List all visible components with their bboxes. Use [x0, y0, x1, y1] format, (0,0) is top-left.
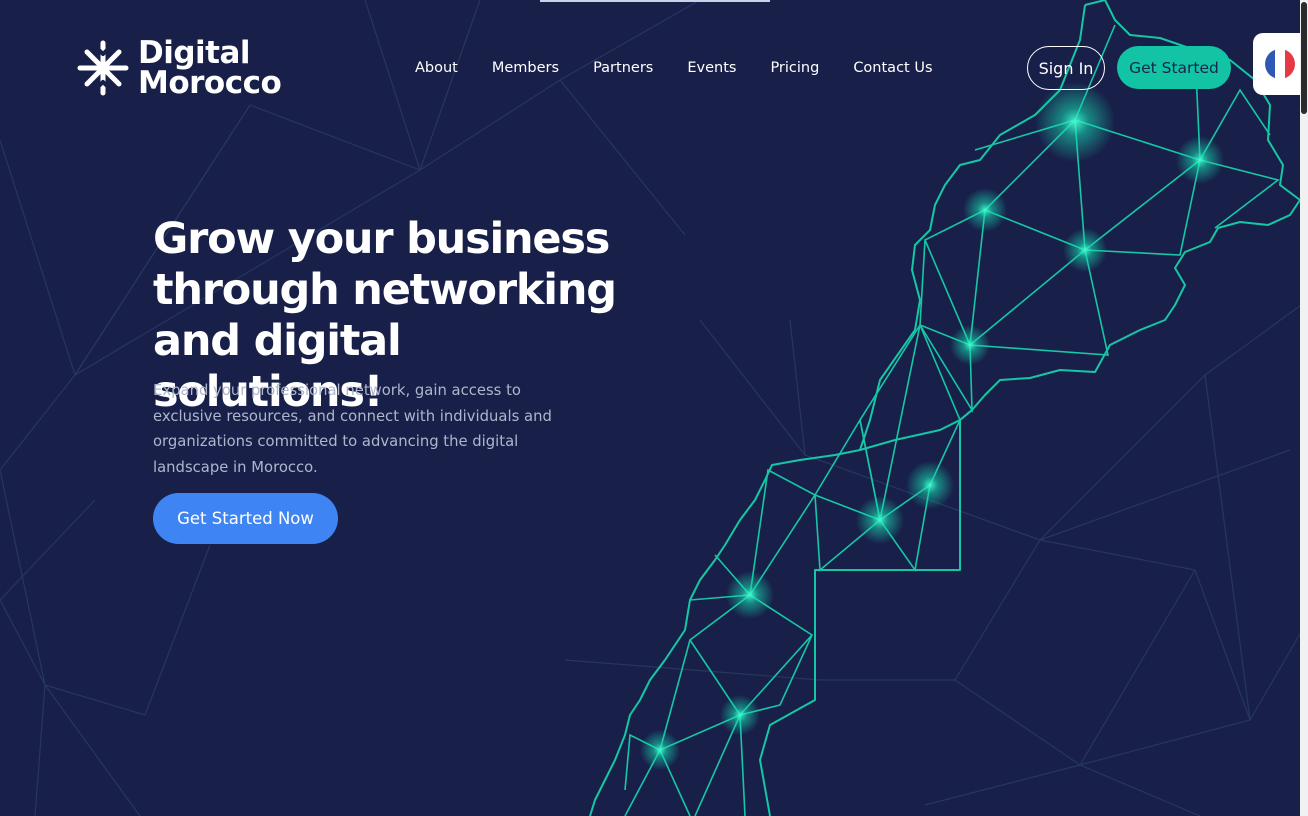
get-started-button[interactable]: Get Started — [1117, 46, 1231, 89]
main-nav: About Members Partners Events Pricing Co… — [415, 60, 933, 76]
brand-name: Digital Morocco — [138, 35, 282, 101]
nav-pricing[interactable]: Pricing — [770, 60, 819, 76]
nav-about[interactable]: About — [415, 60, 458, 76]
digital-morocco-logo-icon — [77, 40, 129, 96]
brand-logo[interactable]: Digital Morocco — [76, 35, 282, 101]
hero-description: Expand your professional network, gain a… — [153, 382, 552, 476]
brand-line-1: Digital — [138, 35, 251, 71]
top-accent-line — [540, 0, 770, 2]
nav-contact-us[interactable]: Contact Us — [853, 60, 932, 76]
get-started-now-button[interactable]: Get Started Now — [153, 493, 338, 544]
brand-line-2: Morocco — [138, 65, 282, 101]
sign-in-button[interactable]: Sign In — [1027, 46, 1105, 90]
nav-partners[interactable]: Partners — [593, 60, 653, 76]
page-scrollbar[interactable] — [1300, 0, 1308, 816]
nav-events[interactable]: Events — [687, 60, 736, 76]
scrollbar-thumb[interactable] — [1301, 2, 1307, 114]
nav-members[interactable]: Members — [492, 60, 559, 76]
french-flag-icon — [1265, 49, 1295, 79]
